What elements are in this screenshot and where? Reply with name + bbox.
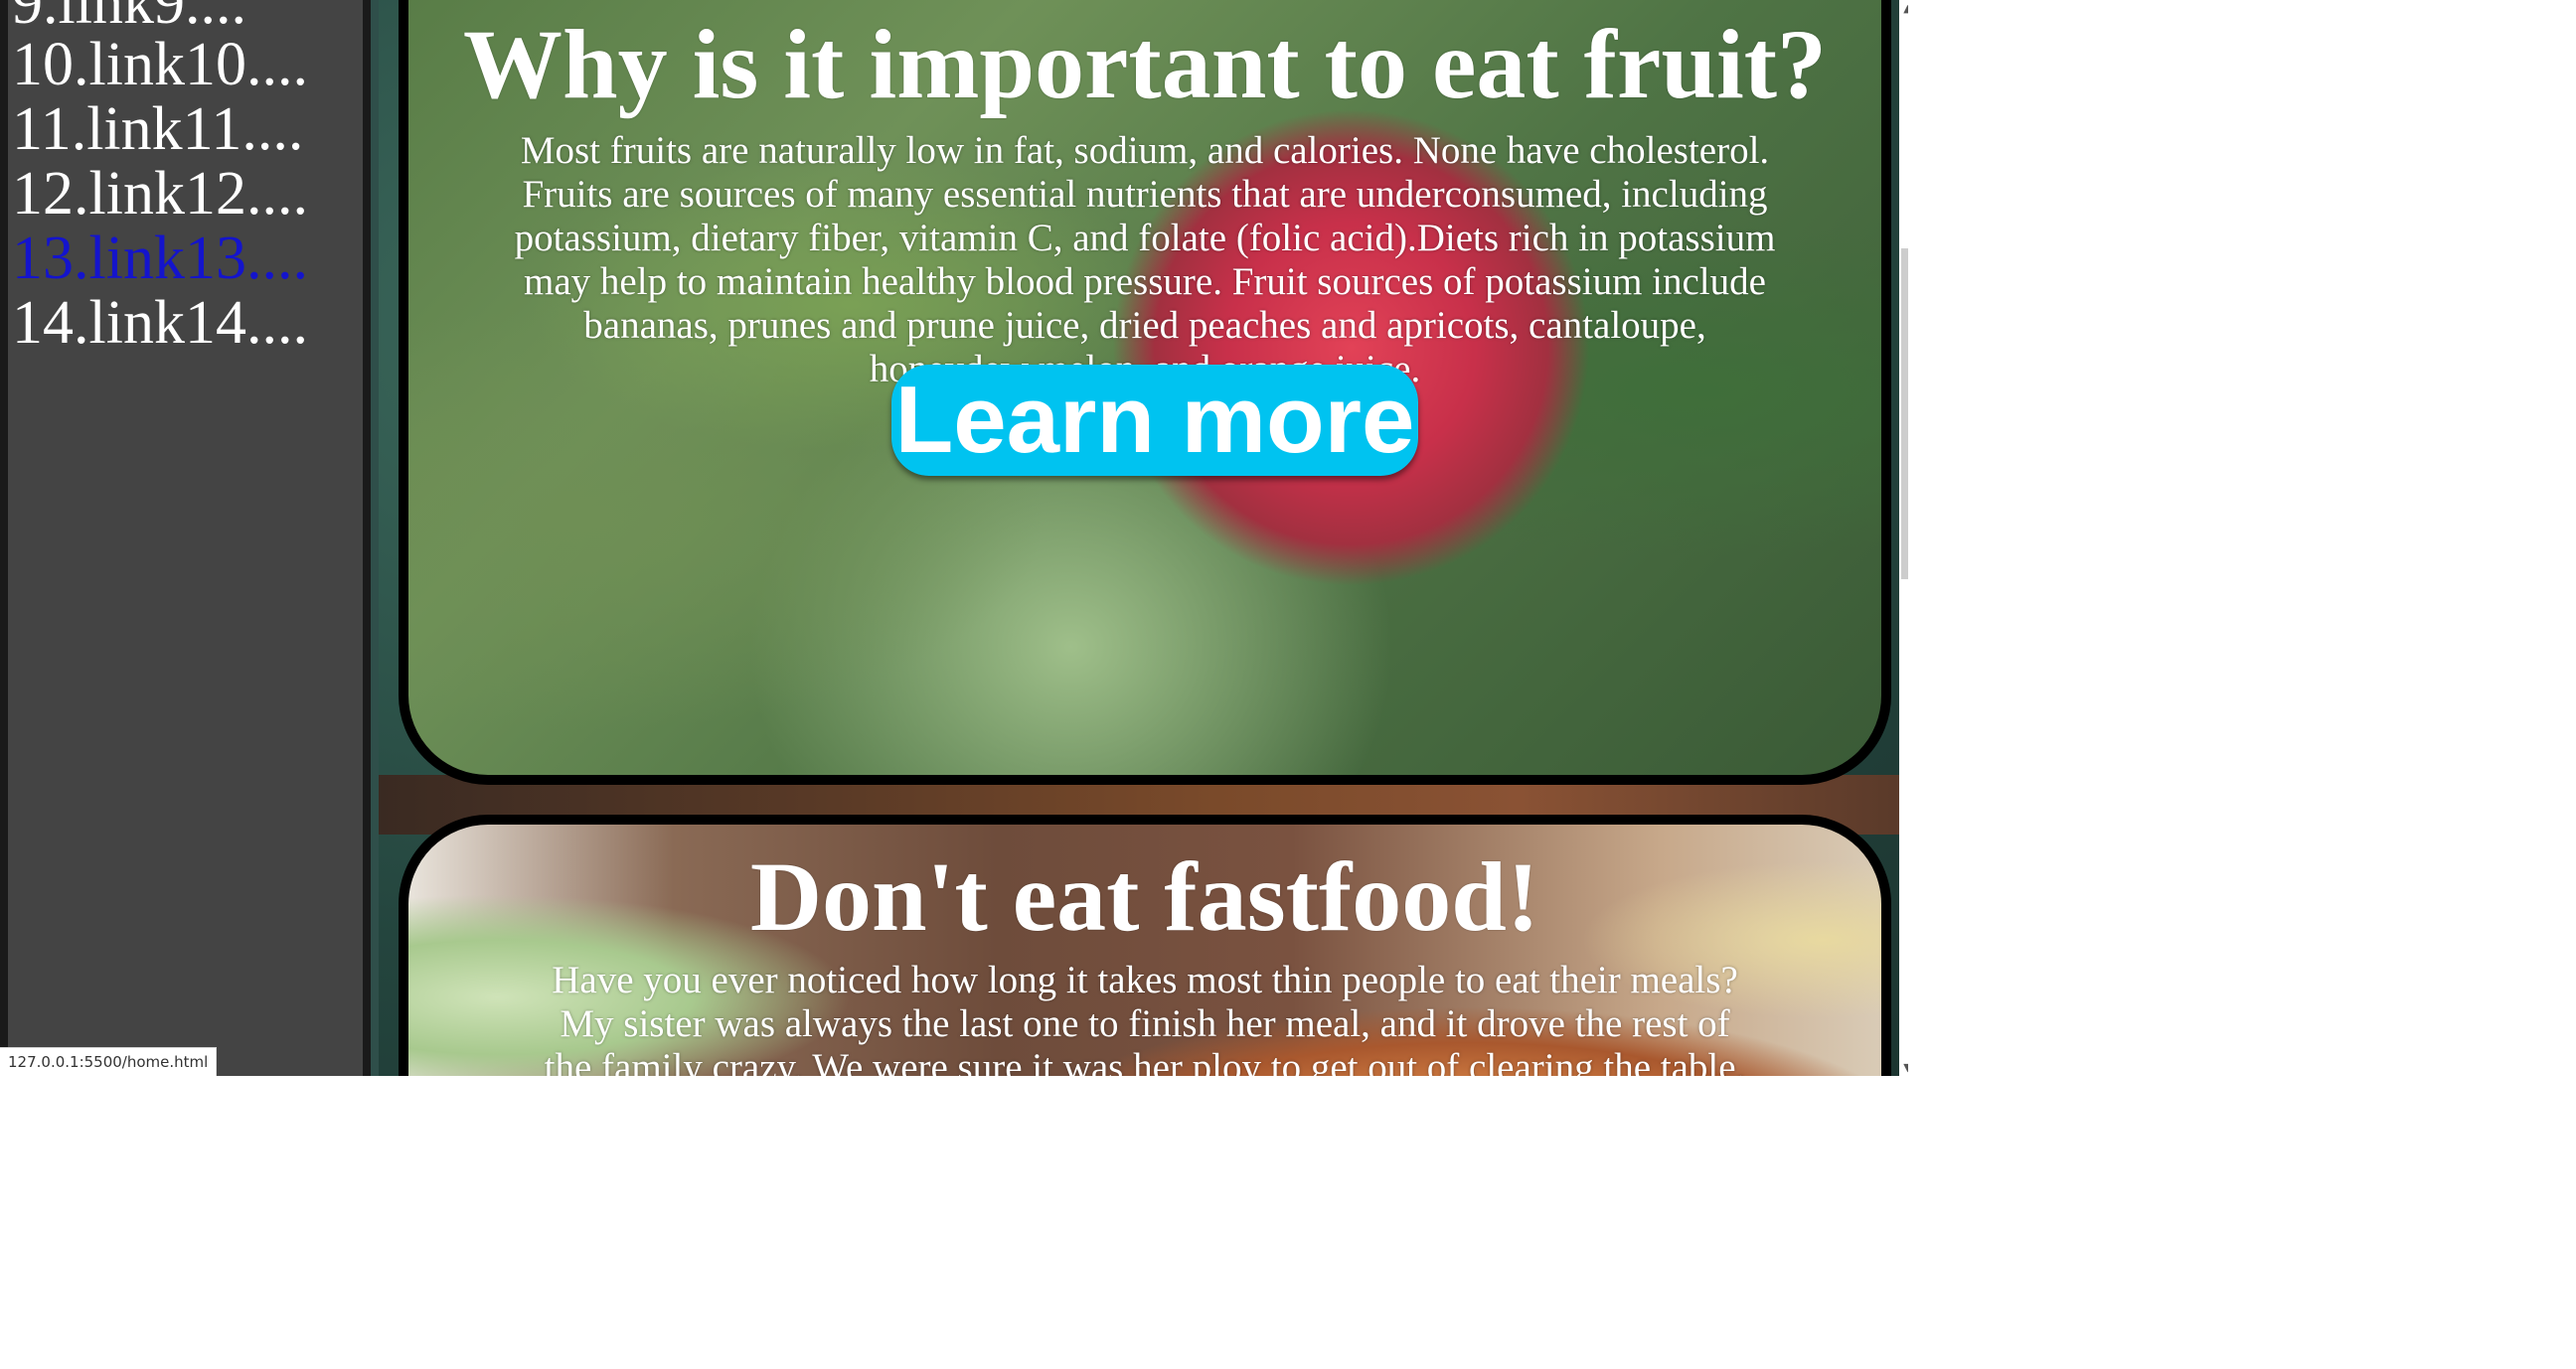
fruit-card: Why is it important to eat fruit? Most f… [399, 0, 1891, 785]
fruit-card-title: Why is it important to eat fruit? [462, 9, 1828, 119]
browser-viewport: 9.link9.... 10.link10.... 11.link11.... … [0, 0, 1908, 1076]
fruit-card-text: Most fruits are naturally low in fat, so… [514, 129, 1776, 390]
status-bar-url: 127.0.0.1:5500/home.html [0, 1047, 218, 1076]
fastfood-card-text: Have you ever noticed how long it takes … [544, 959, 1746, 1076]
sidebar-nav: 9.link9.... 10.link10.... 11.link11.... … [0, 0, 371, 1076]
scroll-down-arrow-icon[interactable]: ▼ [1899, 1059, 1908, 1076]
fastfood-card-title: Don't eat fastfood! [749, 841, 1540, 952]
sidebar-link-11[interactable]: 11.link11.... [12, 96, 303, 162]
learn-more-button[interactable]: Learn more [891, 365, 1418, 476]
scroll-up-arrow-icon[interactable]: ▲ [1899, 0, 1908, 17]
fastfood-card: Don't eat fastfood! Have you ever notice… [399, 815, 1891, 1076]
vertical-scrollbar[interactable]: ▲ ▼ [1899, 0, 1908, 1076]
sidebar-link-10[interactable]: 10.link10.... [12, 32, 308, 97]
scrollbar-thumb[interactable] [1901, 248, 1908, 579]
sidebar-link-14[interactable]: 14.link14.... [12, 290, 308, 356]
sidebar-link-13[interactable]: 13.link13.... [12, 226, 308, 291]
sidebar-link-12[interactable]: 12.link12.... [12, 161, 308, 227]
main-content: Why is it important to eat fruit? Most f… [379, 0, 1899, 1076]
